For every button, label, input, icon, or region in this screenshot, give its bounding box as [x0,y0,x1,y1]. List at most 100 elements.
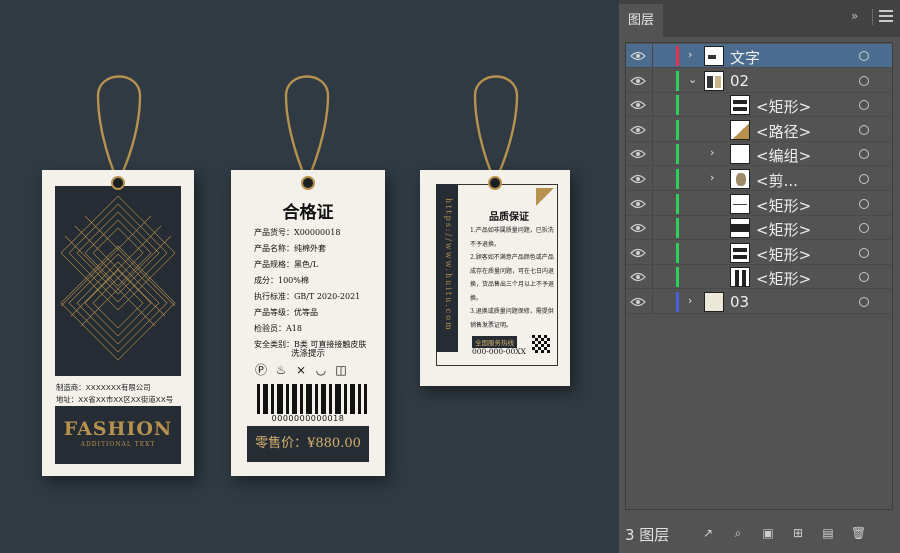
quality-title: 品质保证 [489,212,529,223]
hangtag-certificate[interactable]: 合格证 产品货号：X00000018 产品名称：纯棉外套 产品规格：黑色/L 成… [231,170,385,476]
layer-row[interactable]: <矩形> [626,191,892,216]
dry-clean-icon: Ⓟ [254,363,267,377]
tag-hole [111,176,125,190]
layer-row[interactable]: <路径> [626,117,892,142]
panel-footer: 3 图层 ↗ ⌕ ▣ ⊞ ▤ 🗑 [619,518,900,553]
clipping-mask-icon[interactable]: ▣ [761,526,775,540]
layer-thumbnail [730,267,750,288]
qr-code [532,335,550,353]
layer-name[interactable]: <矩形> [756,244,811,265]
product-info-line: 产品等级：优等品 [254,308,318,317]
quality-terms: 1.产品如非属质量问题，已拆洗不予退换。 2.顾客如不满意产品颜色或产品成存在质… [470,224,556,332]
visibility-eye-icon[interactable] [630,296,646,308]
column-divider [652,68,653,93]
hangtag-fashion[interactable]: 制造商：XXXXXXX有限公司 地址：XX省XX市XX区XX街道XX号 FASH… [42,170,194,476]
hotline-number: 000-000-00XX [472,347,526,356]
hand-wash-icon: ◡ [315,363,327,377]
visibility-eye-icon[interactable] [630,173,646,185]
collapse-panel-icon[interactable]: » [851,9,858,23]
layer-row[interactable]: <矩形> [626,93,892,118]
tab-layers[interactable]: 图层 [619,4,663,37]
certificate-title: 合格证 [282,203,334,223]
layer-row[interactable]: <矩形> [626,216,892,241]
target-circle-icon[interactable] [859,272,869,283]
target-circle-icon[interactable] [859,223,869,234]
target-circle-icon[interactable] [859,100,869,111]
layer-thumbnail [730,242,750,263]
layer-name[interactable]: <矩形> [756,268,811,289]
expand-arrow-icon[interactable]: › [710,171,714,184]
layer-thumbnail [730,193,750,214]
expand-arrow-icon[interactable]: › [688,48,692,61]
column-divider [652,290,653,314]
column-divider [652,265,653,290]
terms-paragraph: 3.退换或质量问题保修，需提供销售发票证明。 [470,308,554,329]
visibility-eye-icon[interactable] [630,148,646,160]
layer-thumbnail [730,119,750,140]
new-layer-icon[interactable]: ▤ [821,526,835,540]
brand-box: FASHION ADDITIONAL TEXT [55,406,181,464]
terms-paragraph: 2.顾客如不满意产品颜色或产品成存在质量问题，可在七日内退换，货品售出三个月以上… [470,254,555,302]
expand-arrow-icon[interactable]: › [688,294,692,307]
layer-color-bar [676,46,679,66]
layer-color-bar [676,95,679,116]
visibility-eye-icon[interactable] [630,75,646,87]
artboard-canvas[interactable]: 制造商：XXXXXXX有限公司 地址：XX省XX市XX区XX街道XX号 FASH… [0,0,618,553]
visibility-eye-icon[interactable] [630,99,646,111]
visibility-eye-icon[interactable] [630,271,646,283]
layer-name[interactable]: <矩形> [756,195,811,216]
collapse-arrow-icon[interactable]: ⌄ [688,73,697,86]
layers-panel[interactable]: 图层 » › 文字 ⌄ 02 <矩形> <路径> › <编组> › <剪... <矩形> <矩形> <矩… [618,0,900,553]
target-circle-icon[interactable] [859,124,869,135]
layer-name[interactable]: 文字 [730,47,760,68]
product-info-list: 产品货号：X00000018 产品名称：纯棉外套 产品规格：黑色/L 成分：10… [254,225,366,353]
manufacturer-info: 制造商：XXXXXXX有限公司 地址：XX省XX市XX区XX街道XX号 [56,382,173,406]
layer-row[interactable]: › <编组> [626,142,892,167]
export-icon[interactable]: ↗ [701,526,715,540]
visibility-eye-icon[interactable] [630,247,646,259]
product-info-line: 产品名称：纯棉外套 [254,244,326,253]
target-circle-icon[interactable] [859,51,869,61]
visibility-eye-icon[interactable] [630,222,646,234]
layer-color-bar [676,242,679,263]
layer-row[interactable]: › 03 [626,290,892,314]
layer-name[interactable]: <矩形> [756,219,811,240]
product-info-line: 成分：100%棉 [254,276,309,285]
no-bleach-icon: ⨯ [295,363,307,377]
panel-header: 图层 » [619,0,900,37]
target-circle-icon[interactable] [859,198,869,209]
layer-row[interactable]: <矩形> [626,265,892,290]
layer-color-bar [676,169,679,189]
target-circle-icon[interactable] [859,247,869,258]
search-icon[interactable]: ⌕ [731,526,745,540]
layer-name[interactable]: <剪... [756,170,798,191]
expand-arrow-icon[interactable]: › [710,146,714,159]
layer-row[interactable]: <矩形> [626,240,892,265]
layer-name[interactable]: <矩形> [756,96,811,117]
visibility-eye-icon[interactable] [630,198,646,210]
layer-name[interactable]: <路径> [756,121,811,142]
layer-row[interactable]: › 文字 [626,44,892,68]
visibility-eye-icon[interactable] [630,50,646,62]
target-circle-icon[interactable] [859,297,869,307]
layer-name[interactable]: 03 [730,293,749,311]
layer-name[interactable]: <编组> [756,145,811,166]
sublayer-icon[interactable]: ⊞ [791,526,805,540]
layer-row[interactable]: ⌄ 02 [626,68,892,93]
trash-icon[interactable]: 🗑 [851,526,866,540]
layer-color-bar [676,267,679,288]
target-circle-icon[interactable] [859,174,869,184]
target-circle-icon[interactable] [859,149,869,160]
layer-row[interactable]: › <剪... [626,167,892,191]
brand-name: FASHION [63,418,173,440]
panel-menu-icon[interactable] [879,10,893,25]
layer-list[interactable]: › 文字 ⌄ 02 <矩形> <路径> › <编组> › <剪... <矩形> <矩形> <矩形> <矩形… [625,42,893,510]
layer-name[interactable]: 02 [730,72,749,90]
visibility-eye-icon[interactable] [630,124,646,136]
layer-color-bar [676,292,679,312]
target-circle-icon[interactable] [859,75,869,86]
product-info-line: 产品规格：黑色/L [254,260,319,269]
hangtag-quality[interactable]: https://www.huitu.com 品质保证 1.产品如非属质量问题，已… [420,170,570,386]
iron-icon: ♨ [275,363,287,377]
product-info-line: 执行标准：GB/T 2020-2021 [254,292,361,301]
